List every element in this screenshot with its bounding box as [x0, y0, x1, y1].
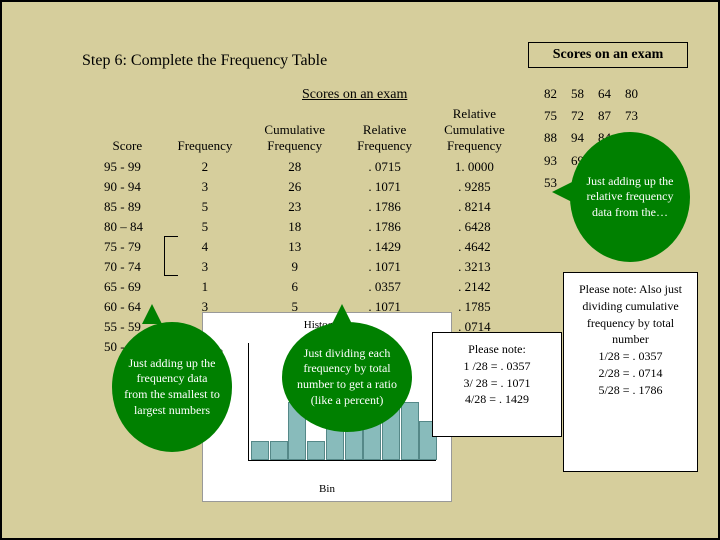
raw-score: 64: [592, 84, 617, 104]
cell: . 1429: [342, 238, 427, 256]
col-relative-cumulative-frequency: Relative Cumulative Frequency: [429, 104, 520, 156]
cell: . 1071: [342, 178, 427, 196]
cell: . 9285: [429, 178, 520, 196]
cell: . 8214: [429, 198, 520, 216]
table-heading: Scores on an exam: [302, 87, 407, 103]
raw-score: 94: [565, 128, 590, 148]
table-row: 90 - 94326. 1071. 9285: [94, 178, 520, 196]
raw-score: 80: [619, 84, 644, 104]
raw-score: 88: [538, 128, 563, 148]
cell: 1: [163, 278, 248, 296]
cell: 75 - 79: [94, 238, 161, 256]
col-score: Score: [94, 104, 161, 156]
cell: 2: [163, 158, 248, 176]
cell: 18: [249, 218, 340, 236]
col-cumulative-frequency: Cumulative Frequency: [249, 104, 340, 156]
note-line: 5/28 = . 1786: [572, 382, 689, 399]
note-title: Please note: Also just dividing cumulati…: [572, 281, 689, 348]
note-cumulative-calc: Please note: Also just dividing cumulati…: [563, 272, 698, 472]
note-line: 1 /28 = . 0357: [441, 358, 553, 375]
cell: 90 - 94: [94, 178, 161, 196]
raw-score: 87: [592, 106, 617, 126]
raw-score: 82: [538, 84, 563, 104]
note-line: 1/28 = . 0357: [572, 348, 689, 365]
raw-score: 58: [565, 84, 590, 104]
cell: . 1786: [342, 218, 427, 236]
table-row: 85 - 89523. 1786. 8214: [94, 198, 520, 216]
note-line: 2/28 = . 0714: [572, 365, 689, 382]
raw-score: 75: [538, 106, 563, 126]
cell: 85 - 89: [94, 198, 161, 216]
step-title: Step 6: Complete the Frequency Table: [82, 52, 327, 70]
cell: . 0715: [342, 158, 427, 176]
chart-bar: [401, 402, 419, 461]
cell: 28: [249, 158, 340, 176]
raw-score: 72: [565, 106, 590, 126]
table-row: 75 - 79413. 1429. 4642: [94, 238, 520, 256]
cell: . 1071: [342, 258, 427, 276]
cell: 95 - 99: [94, 158, 161, 176]
note-line: 4/28 = . 1429: [441, 391, 553, 408]
table-row: 65 - 6916. 0357. 2142: [94, 278, 520, 296]
callout-relative-cumulative: Just adding up the relative frequency da…: [570, 132, 690, 262]
bracket-graphic: [164, 236, 178, 276]
cell: 70 - 74: [94, 258, 161, 276]
note-title: Please note:: [441, 341, 553, 358]
col-relative-frequency: Relative Frequency: [342, 104, 427, 156]
cell: 3: [163, 178, 248, 196]
cell: . 1786: [342, 198, 427, 216]
cell: . 4642: [429, 238, 520, 256]
cell: 1. 0000: [429, 158, 520, 176]
cell: . 0357: [342, 278, 427, 296]
cell: 80 – 84: [94, 218, 161, 236]
chart-xlabel: Bin: [203, 483, 451, 495]
table-row: 95 - 99228. 07151. 0000: [94, 158, 520, 176]
note-relative-calc: Please note: 1 /28 = . 0357 3/ 28 = . 10…: [432, 332, 562, 437]
col-frequency: Frequency: [163, 104, 248, 156]
cell: 9: [249, 258, 340, 276]
cell: 5: [163, 218, 248, 236]
table-row: 80 – 84518. 1786. 6428: [94, 218, 520, 236]
chart-bar: [270, 441, 288, 460]
cell: 6: [249, 278, 340, 296]
raw-score: 93: [538, 151, 563, 171]
cell: 5: [163, 198, 248, 216]
table-row: 70 - 7439. 1071. 3213: [94, 258, 520, 276]
callout-cumulative-frequency: Just adding up the frequency data from t…: [112, 322, 232, 452]
cell: . 2142: [429, 278, 520, 296]
note-line: 3/ 28 = . 1071: [441, 375, 553, 392]
cell: 65 - 69: [94, 278, 161, 296]
cell: 26: [249, 178, 340, 196]
scores-panel-title: Scores on an exam: [528, 42, 688, 68]
chart-bar: [307, 441, 325, 460]
cell: . 6428: [429, 218, 520, 236]
chart-bar: [251, 441, 269, 460]
cell: . 3213: [429, 258, 520, 276]
callout-relative-frequency: Just dividing each frequency by total nu…: [282, 322, 412, 432]
cell: 13: [249, 238, 340, 256]
raw-score: 73: [619, 106, 644, 126]
cell: 23: [249, 198, 340, 216]
